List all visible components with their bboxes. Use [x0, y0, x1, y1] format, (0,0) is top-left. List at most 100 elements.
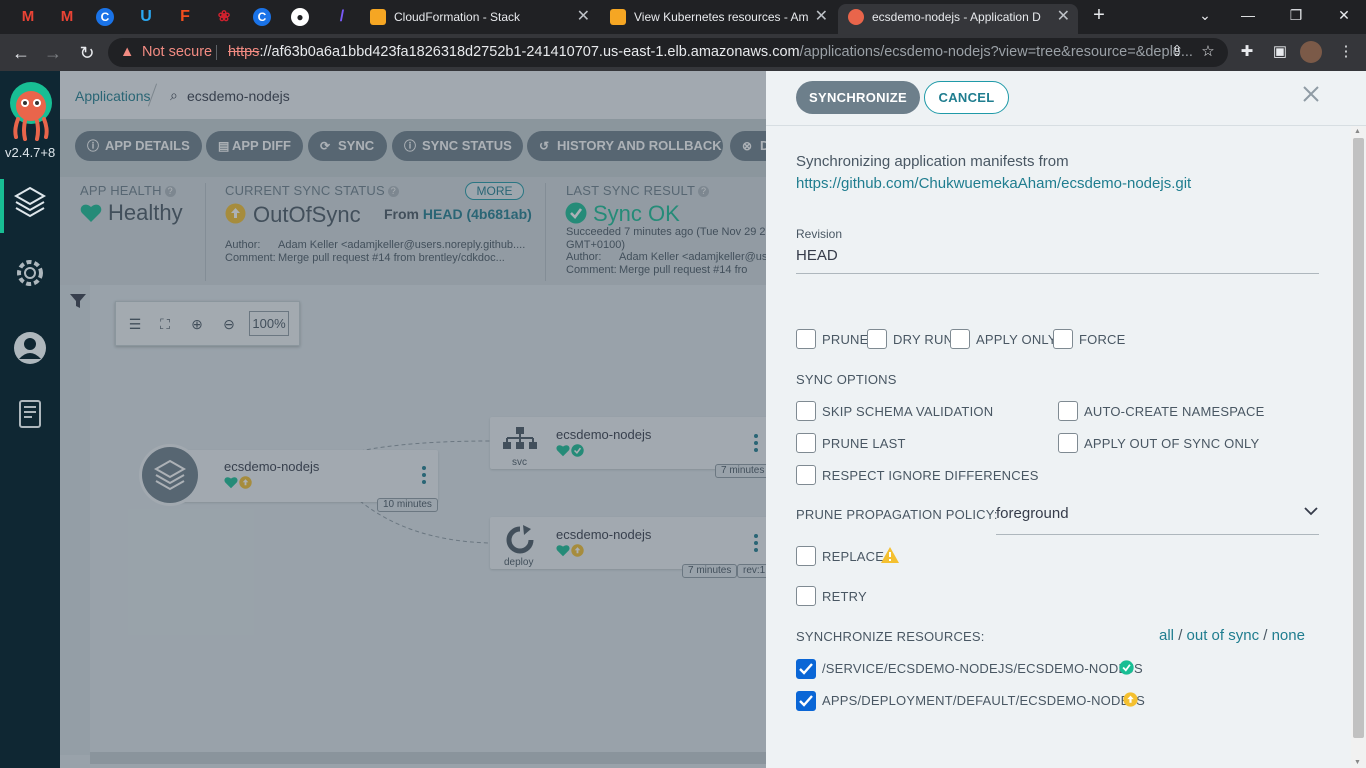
- warning-icon[interactable]: [880, 546, 900, 564]
- replace-label: REPLACE: [822, 549, 885, 564]
- layers-icon[interactable]: [12, 184, 48, 220]
- window-close-icon[interactable]: ✕: [1324, 4, 1364, 26]
- cancel-button[interactable]: CANCEL: [924, 81, 1009, 114]
- pinned-tab-github[interactable]: ●: [291, 8, 309, 26]
- pinned-tab-c-app[interactable]: C: [96, 8, 114, 26]
- prune-last-label: PRUNE LAST: [822, 436, 906, 451]
- app-node-layers-icon: [139, 444, 201, 506]
- resource-deployment-checkbox[interactable]: [796, 691, 816, 711]
- argo-favicon-icon: [848, 9, 864, 25]
- settings-gear-icon[interactable]: [12, 255, 48, 291]
- select-none-link[interactable]: none: [1272, 627, 1305, 644]
- respect-ignore-differences-checkbox[interactable]: [796, 465, 816, 485]
- reload-icon[interactable]: ↻: [74, 40, 100, 66]
- scroll-up-icon[interactable]: ▲: [1354, 128, 1361, 135]
- chrome-menu-icon[interactable]: ⋮: [1334, 40, 1358, 64]
- auto-create-namespace-label: AUTO-CREATE NAMESPACE: [1084, 404, 1265, 419]
- resource-service-checkbox[interactable]: [796, 659, 816, 679]
- app-node[interactable]: ecsdemo-nodejs: [170, 450, 438, 502]
- app-node-name: ecsdemo-nodejs: [224, 459, 320, 474]
- pinned-tab-c-app-2[interactable]: C: [253, 8, 271, 26]
- pinned-tab-figma[interactable]: F: [174, 6, 196, 28]
- tab-close-icon[interactable]: ✕: [1052, 4, 1070, 30]
- scrollbar-thumb[interactable]: [1353, 138, 1364, 738]
- prune-propagation-policy-select[interactable]: foreground: [996, 499, 1319, 535]
- side-panel-icon[interactable]: ▣: [1268, 40, 1292, 64]
- scroll-down-icon[interactable]: ▼: [1354, 759, 1361, 766]
- docs-icon[interactable]: [12, 396, 48, 432]
- share-icon[interactable]: ⇪: [1165, 40, 1189, 64]
- tab-cloudformation[interactable]: CloudFormation - Stack ✕: [360, 4, 598, 34]
- retry-checkbox[interactable]: [796, 586, 816, 606]
- tab-title: CloudFormation - Stack: [394, 10, 521, 24]
- argo-octopus-logo[interactable]: [8, 81, 54, 143]
- pinned-tab-u-app[interactable]: U: [135, 6, 157, 28]
- tab-kubernetes-resources[interactable]: View Kubernetes resources - Am ✕: [600, 4, 836, 34]
- heart-icon: [556, 445, 570, 457]
- address-bar[interactable]: ▲ Not secure https://af63b0a6a1bbd423fa1…: [108, 38, 1228, 67]
- argo-sidebar: v2.4.7+8: [0, 71, 60, 768]
- out-of-sync-arrow-icon: [571, 544, 584, 557]
- back-icon[interactable]: ←: [8, 40, 34, 66]
- select-all-link[interactable]: all: [1159, 627, 1174, 644]
- kebab-menu-icon[interactable]: [754, 434, 758, 452]
- svc-kind-label: svc: [512, 457, 527, 468]
- bookmark-star-icon[interactable]: ☆: [1196, 40, 1220, 64]
- pinned-tab-huawei[interactable]: ❀: [213, 6, 235, 28]
- tab-search-chevron-icon[interactable]: ⌄: [1185, 4, 1225, 26]
- minimize-icon[interactable]: —: [1228, 4, 1268, 26]
- prune-last-checkbox[interactable]: [796, 433, 816, 453]
- browser-toolbar: ← → ↻ ▲ Not secure https://af63b0a6a1bbd…: [0, 34, 1366, 71]
- pinned-tab-tool[interactable]: /: [331, 6, 353, 28]
- revision-input[interactable]: HEAD: [796, 246, 1319, 274]
- skip-schema-validation-checkbox[interactable]: [796, 401, 816, 421]
- heart-icon: [556, 545, 570, 557]
- prune-label: PRUNE: [822, 332, 869, 347]
- kebab-menu-icon[interactable]: [422, 466, 426, 484]
- check-circle-icon: [571, 444, 584, 457]
- pinned-tab-gmail-2[interactable]: M: [56, 6, 78, 28]
- auto-create-namespace-checkbox[interactable]: [1058, 401, 1078, 421]
- deployment-rotate-icon: [506, 525, 534, 554]
- repo-url-link[interactable]: https://github.com/ChukwuemekaAham/ecsde…: [796, 175, 1191, 192]
- close-icon[interactable]: [1300, 83, 1322, 105]
- svc-node-name: ecsdemo-nodejs: [556, 427, 652, 442]
- url-host: ://af63b0a6a1bbd423fa1826318d2752b1-2414…: [259, 44, 800, 60]
- synchronize-button[interactable]: SYNCHRONIZE: [796, 81, 920, 114]
- sync-panel: SYNCHRONIZE CANCEL ▲ ▼ Synchronizing app…: [766, 71, 1366, 768]
- deploy-kind-label: deploy: [504, 557, 534, 568]
- active-nav-indicator: [0, 179, 4, 233]
- user-icon[interactable]: [12, 330, 48, 366]
- new-tab-button[interactable]: +: [1079, 4, 1119, 26]
- apply-out-of-sync-only-checkbox[interactable]: [1058, 433, 1078, 453]
- panel-scrollbar[interactable]: ▲ ▼: [1351, 126, 1366, 768]
- deploy-node[interactable]: deploy ecsdemo-nodejs: [490, 517, 766, 569]
- prune-policy-value: foreground: [996, 505, 1069, 522]
- url-path: /applications/ecsdemo-nodejs?view=tree&r…: [799, 44, 1193, 60]
- restore-icon[interactable]: ❐: [1276, 4, 1316, 26]
- extensions-puzzle-icon[interactable]: ✚: [1235, 40, 1259, 64]
- svc-node-age: 7 minutes: [715, 464, 766, 478]
- forward-icon[interactable]: →: [40, 40, 66, 66]
- kebab-menu-icon[interactable]: [754, 534, 758, 552]
- revision-label: Revision: [796, 227, 843, 241]
- tab-argocd-app[interactable]: ecsdemo-nodejs - Application D ✕: [838, 4, 1078, 34]
- graph-horizontal-scrollbar[interactable]: [90, 752, 766, 764]
- not-secure-label[interactable]: Not secure: [142, 38, 212, 67]
- replace-checkbox[interactable]: [796, 546, 816, 566]
- tab-close-icon[interactable]: ✕: [577, 4, 590, 30]
- tab-close-icon[interactable]: ✕: [810, 4, 828, 30]
- select-out-of-sync-link[interactable]: out of sync: [1187, 627, 1260, 644]
- pinned-tab-gmail[interactable]: M: [17, 6, 39, 28]
- force-checkbox[interactable]: [1053, 329, 1073, 349]
- svc-node[interactable]: svc ecsdemo-nodejs: [490, 417, 766, 469]
- apply-only-checkbox[interactable]: [950, 329, 970, 349]
- dry-run-checkbox[interactable]: [867, 329, 887, 349]
- separator: /: [1263, 627, 1272, 644]
- version-label: v2.4.7+8: [5, 145, 56, 160]
- profile-avatar[interactable]: [1300, 41, 1322, 63]
- prune-checkbox[interactable]: [796, 329, 816, 349]
- checkmark-icon: [799, 663, 813, 675]
- force-label: FORCE: [1079, 332, 1126, 347]
- url-scheme: https: [228, 44, 260, 60]
